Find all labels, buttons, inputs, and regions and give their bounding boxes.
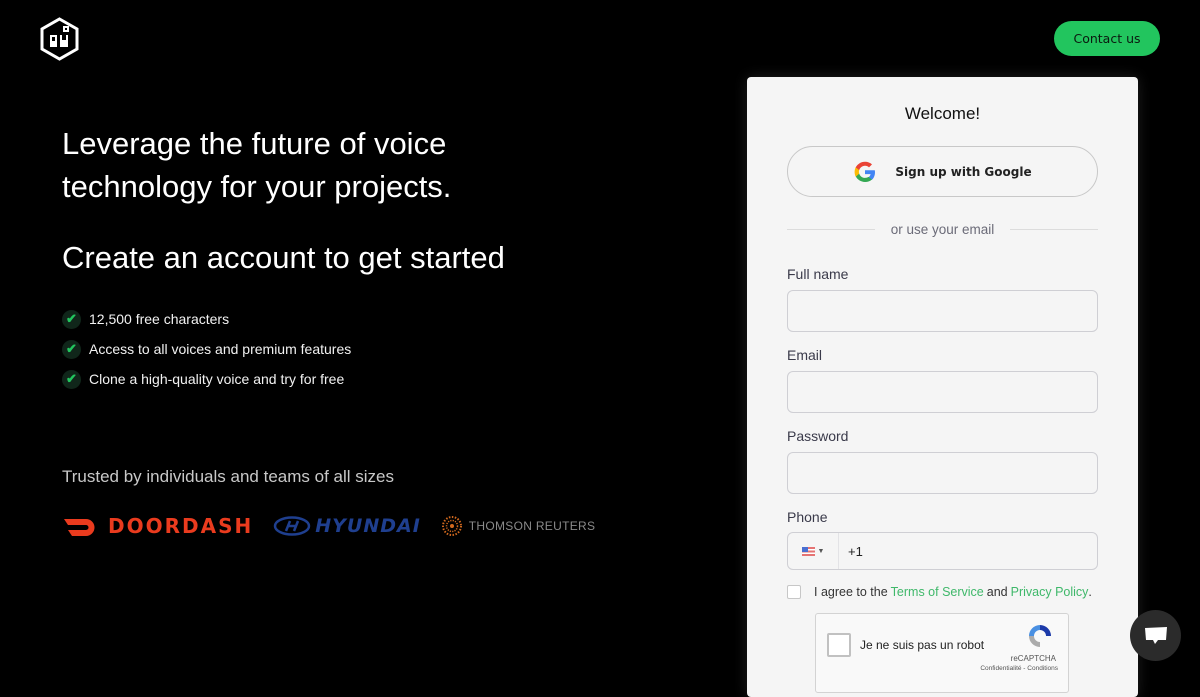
recaptcha-widget: Je ne suis pas un robot reCAPTCHA Confid… bbox=[815, 613, 1069, 693]
hyundai-wordmark: HYUNDAI bbox=[315, 515, 421, 537]
feature-text: 12,500 free characters bbox=[89, 311, 230, 327]
feature-text: Access to all voices and premium feature… bbox=[89, 341, 352, 357]
doordash-logo: DOORDASH bbox=[62, 514, 253, 538]
full-name-input[interactable] bbox=[787, 290, 1098, 332]
recaptcha-checkbox[interactable] bbox=[827, 633, 851, 657]
caret-down-icon: ▼ bbox=[817, 547, 825, 555]
privacy-policy-link[interactable]: Privacy Policy bbox=[1011, 585, 1089, 599]
terms-agreement: I agree to the Terms of Service and Priv… bbox=[787, 585, 1092, 599]
doordash-icon bbox=[64, 519, 95, 536]
us-flag-icon bbox=[801, 546, 815, 556]
agree-suffix: . bbox=[1088, 585, 1092, 599]
thomson-reuters-wordmark: THOMSON REUTERS bbox=[468, 519, 596, 533]
welcome-heading: Welcome! bbox=[904, 104, 981, 123]
hero-subtitle: Create an account to get started bbox=[62, 240, 505, 275]
logo[interactable] bbox=[39, 17, 80, 61]
thomson-reuters-icon bbox=[441, 516, 462, 536]
email-input[interactable] bbox=[787, 371, 1098, 413]
google-signup-button[interactable]: Sign up with Google bbox=[787, 146, 1098, 197]
divider-text: or use your email bbox=[890, 222, 995, 237]
thomson-reuters-logo: THOMSON REUTERS bbox=[441, 515, 596, 537]
google-icon bbox=[854, 161, 876, 182]
check-icon: ✔ bbox=[62, 309, 81, 329]
phone-label: Phone bbox=[787, 509, 828, 525]
phone-input[interactable] bbox=[848, 543, 1078, 559]
recaptcha-brand: reCAPTCHA bbox=[1010, 654, 1056, 663]
google-signup-label: Sign up with Google bbox=[895, 164, 1032, 179]
agree-prefix: I agree to the bbox=[814, 585, 888, 599]
check-icon: ✔ bbox=[62, 339, 81, 359]
recaptcha-links[interactable]: Confidentialité - Conditions bbox=[980, 665, 1058, 672]
hyundai-logo: HYUNDAI bbox=[273, 515, 421, 537]
hyundai-icon bbox=[273, 516, 311, 536]
divider: or use your email bbox=[787, 222, 1099, 237]
doordash-wordmark: DOORDASH bbox=[108, 514, 254, 538]
playht-logo-icon bbox=[40, 17, 79, 61]
country-selector[interactable]: ▼ bbox=[788, 533, 839, 569]
chat-bubble-icon bbox=[1144, 626, 1167, 644]
agree-and: and bbox=[986, 585, 1008, 599]
feature-item: ✔ 12,500 free characters bbox=[62, 304, 351, 334]
contact-us-button[interactable]: Contact us bbox=[1054, 21, 1160, 56]
feature-list: ✔ 12,500 free characters ✔ Access to all v… bbox=[62, 304, 351, 394]
divider-line bbox=[1010, 229, 1099, 230]
recaptcha-icon bbox=[1029, 625, 1051, 647]
full-name-label: Full name bbox=[787, 266, 849, 282]
email-label: Email bbox=[787, 347, 823, 363]
divider-line bbox=[787, 229, 875, 230]
hero-title: Leverage the future of voice technology … bbox=[62, 126, 452, 204]
terms-of-service-link[interactable]: Terms of Service bbox=[891, 585, 984, 599]
signup-card: Welcome! Sign up with Google or use your… bbox=[747, 77, 1138, 697]
chat-widget-button[interactable] bbox=[1130, 610, 1181, 661]
phone-field: ▼ bbox=[787, 532, 1098, 570]
brand-logos: DOORDASH HYUNDAI THOMSON REUTERS bbox=[62, 510, 615, 542]
password-input[interactable] bbox=[787, 452, 1098, 494]
feature-item: ✔ Clone a high-quality voice and try for … bbox=[62, 364, 351, 394]
feature-text: Clone a high-quality voice and try for f… bbox=[89, 371, 345, 387]
recaptcha-label: Je ne suis pas un robot bbox=[860, 638, 985, 652]
feature-item: ✔ Access to all voices and premium featur… bbox=[62, 334, 351, 364]
terms-checkbox[interactable] bbox=[787, 585, 801, 599]
check-icon: ✔ bbox=[62, 369, 81, 389]
trusted-text: Trusted by individuals and teams of all … bbox=[62, 467, 394, 486]
password-label: Password bbox=[787, 428, 849, 444]
